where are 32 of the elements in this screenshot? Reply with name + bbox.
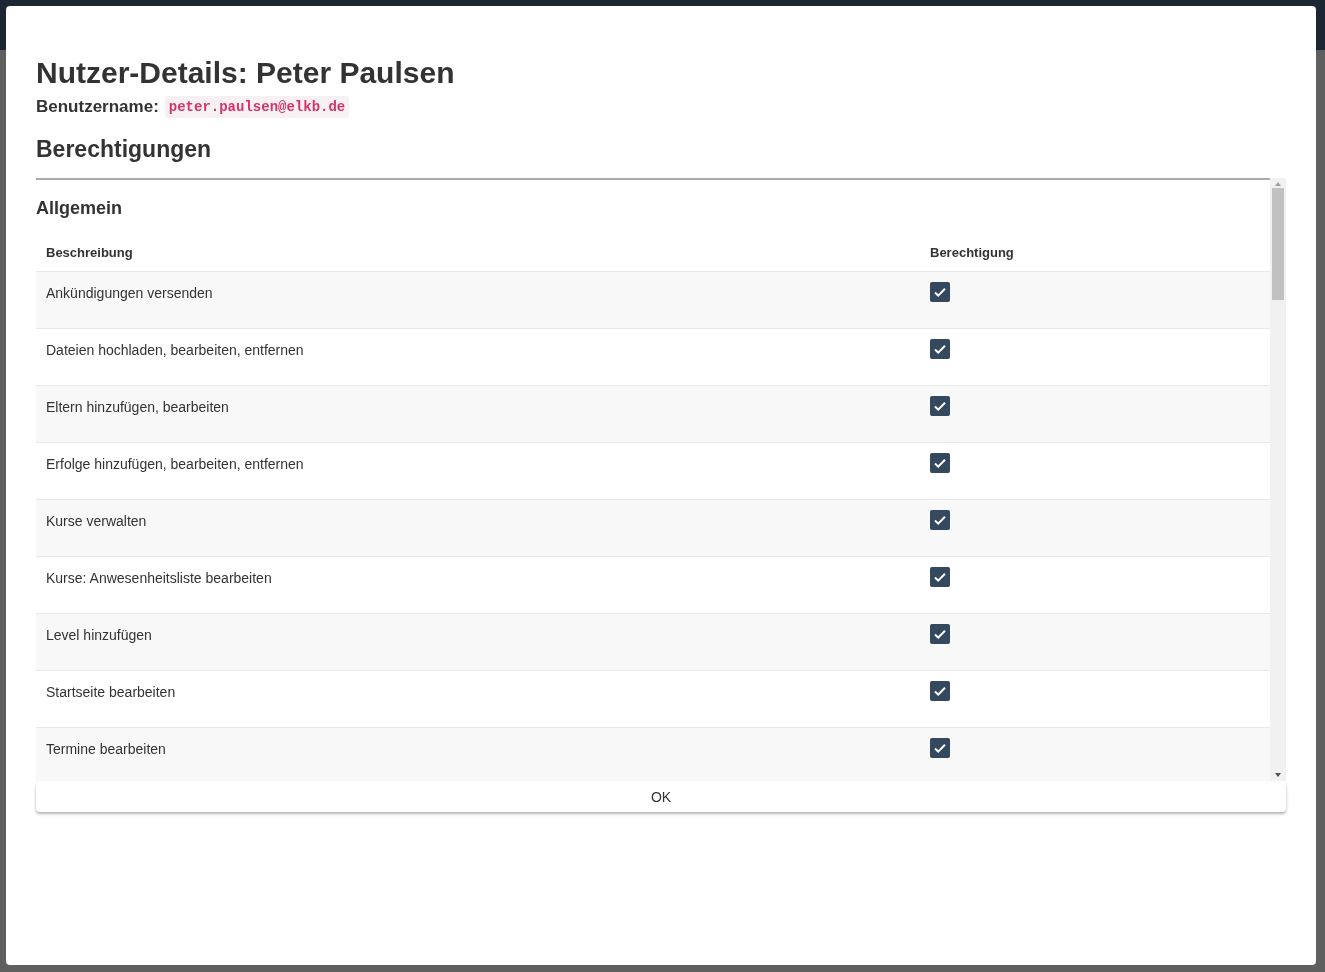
column-header: Beschreibung [36, 233, 920, 272]
permission-checkbox[interactable] [930, 282, 950, 302]
permission-checkbox[interactable] [930, 738, 950, 758]
checkmark-icon [934, 743, 946, 754]
ok-button[interactable]: OK [36, 782, 1286, 812]
username-label: Benutzername: [36, 97, 159, 117]
checkmark-icon [934, 401, 946, 412]
permission-description: Kurse verwalten [36, 499, 920, 557]
column-header: Berechtigung [920, 233, 1270, 272]
permission-checkbox[interactable] [930, 681, 950, 701]
checkmark-icon [934, 572, 946, 583]
permission-checkbox[interactable] [930, 453, 950, 473]
checkmark-icon [934, 515, 946, 526]
permission-description: Ankündigungen versenden [36, 271, 920, 329]
permission-description: Level hinzufügen [36, 613, 920, 671]
section-title: Berechtigungen [36, 136, 212, 163]
dialog-title: Nutzer-Details: Peter Paulsen [36, 56, 455, 90]
scrollbar[interactable] [1270, 178, 1286, 781]
checkmark-icon [934, 629, 946, 640]
checkmark-icon [934, 686, 946, 697]
permission-checkbox[interactable] [930, 624, 950, 644]
username-value: peter.paulsen@elkb.de [164, 96, 350, 118]
permission-checkbox[interactable] [930, 339, 950, 359]
permission-checkbox[interactable] [930, 396, 950, 416]
permission-description: Termine bearbeiten [36, 727, 920, 781]
permission-checkbox[interactable] [930, 567, 950, 587]
group-title: Allgemein [36, 198, 123, 219]
checkmark-icon [934, 287, 946, 298]
checkmark-icon [934, 458, 946, 469]
permission-description: Eltern hinzufügen, bearbeiten [36, 385, 920, 443]
permission-checkbox[interactable] [930, 510, 950, 530]
checkmark-icon [934, 344, 946, 355]
